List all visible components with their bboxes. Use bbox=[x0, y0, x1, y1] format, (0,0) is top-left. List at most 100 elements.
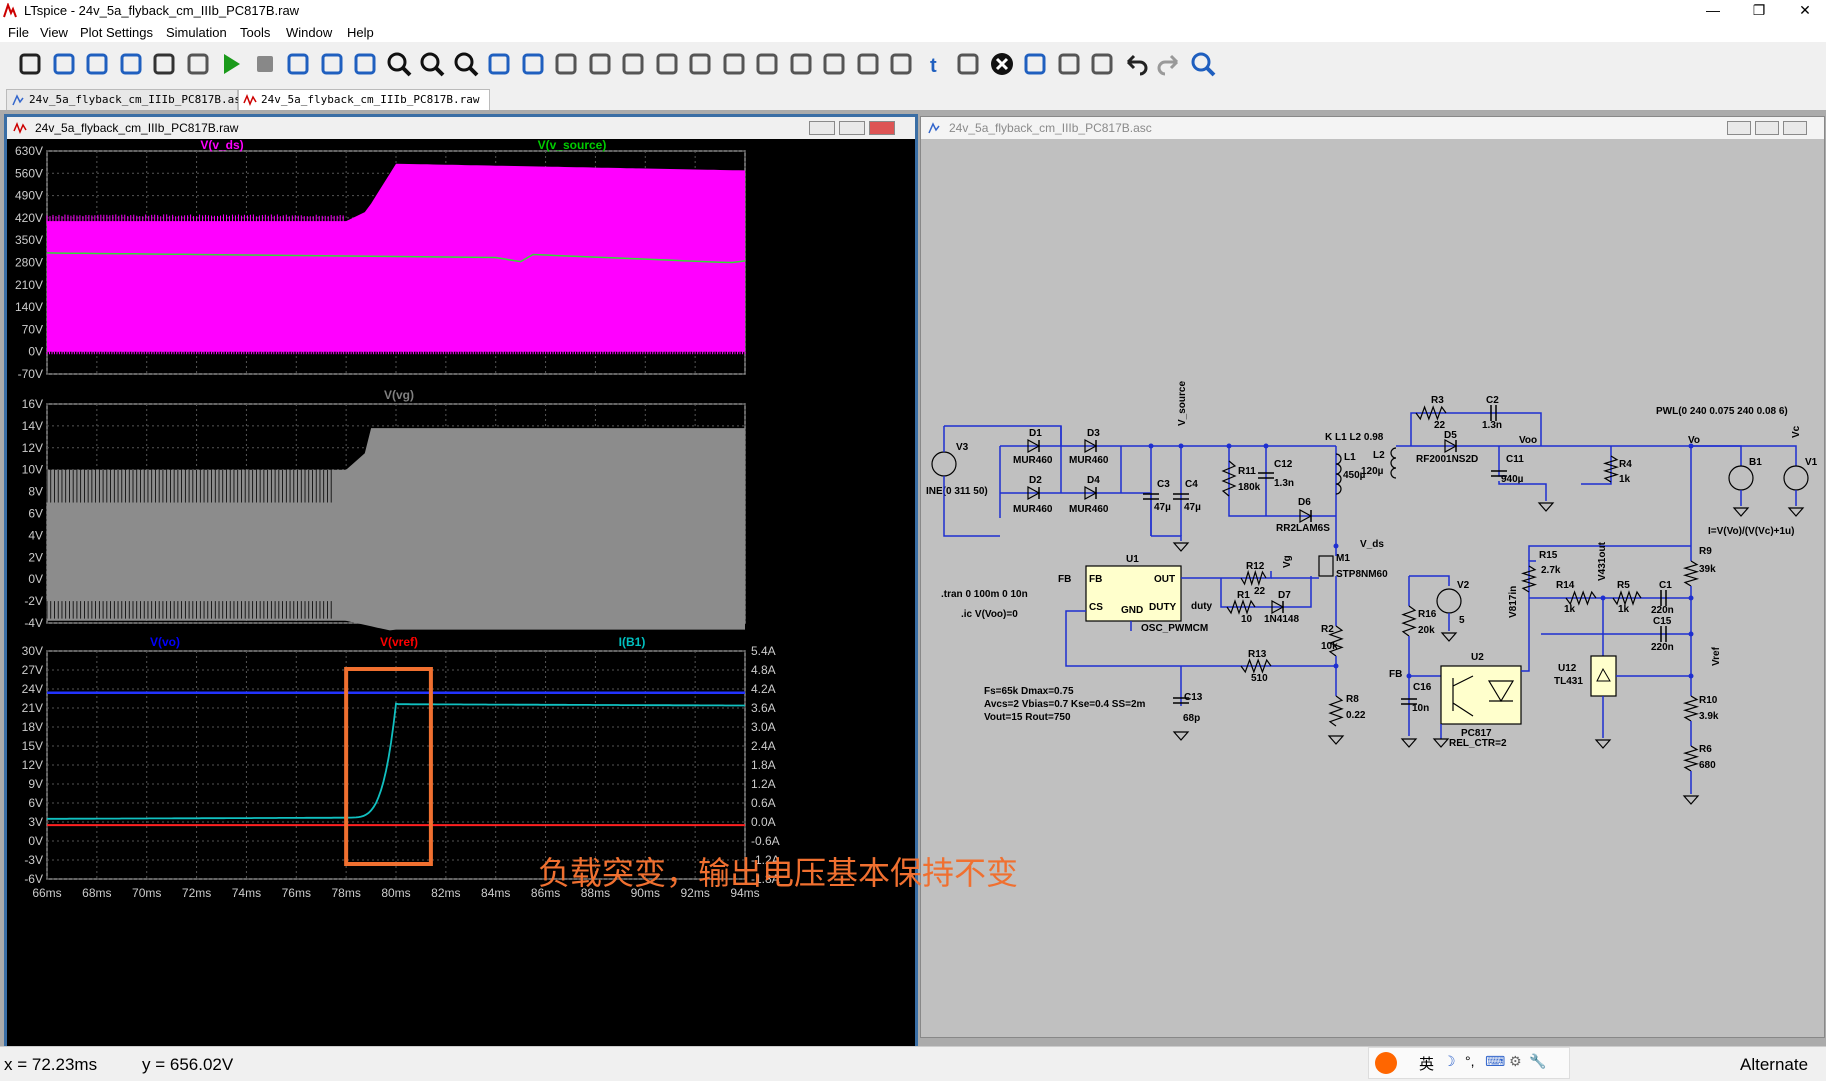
tab-schematic[interactable]: 24v_5a_flyback_cm_IIIb_PC817B.asc bbox=[6, 89, 238, 110]
child-minimize-button[interactable] bbox=[809, 121, 835, 135]
waveform-window-titlebar[interactable]: 24v_5a_flyback_cm_IIIb_PC817B.raw bbox=[7, 117, 915, 139]
autorange-icon[interactable] bbox=[485, 50, 513, 78]
trace-label[interactable]: V(vref) bbox=[380, 635, 418, 649]
close-button[interactable]: ✕ bbox=[1782, 0, 1826, 22]
cascade-icon[interactable] bbox=[351, 50, 379, 78]
label-net-icon[interactable] bbox=[619, 50, 647, 78]
trace-label[interactable]: I(B1) bbox=[619, 635, 646, 649]
child-minimize-button[interactable] bbox=[1727, 121, 1751, 135]
schematic-label: V1 bbox=[1805, 457, 1818, 468]
undo-redo-icon[interactable] bbox=[887, 50, 915, 78]
schematic-label: 180k bbox=[1238, 482, 1261, 493]
y-tick-label: 14V bbox=[22, 419, 43, 433]
schematic-label: 2.7k bbox=[1541, 565, 1561, 576]
new-schematic-icon[interactable] bbox=[50, 50, 78, 78]
schematic-label: 10k bbox=[1321, 641, 1338, 652]
text-icon[interactable]: t bbox=[921, 50, 949, 78]
schematic-label: RF2001NS2D bbox=[1416, 454, 1478, 465]
open-icon[interactable] bbox=[83, 50, 111, 78]
status-bar: x = 72.23ms y = 656.02V 英 ☽ °, ⌨ ⚙ 🔧 Alt… bbox=[0, 1046, 1826, 1081]
view-wave-icon[interactable] bbox=[519, 50, 547, 78]
save-icon[interactable] bbox=[117, 50, 145, 78]
find-icon[interactable] bbox=[1189, 50, 1217, 78]
resistor-icon bbox=[1685, 746, 1697, 771]
component-icon[interactable] bbox=[787, 50, 815, 78]
toolbar: t bbox=[0, 42, 1826, 87]
wire bbox=[1181, 571, 1271, 578]
inductor-icon[interactable] bbox=[720, 50, 748, 78]
punctuation-icon[interactable]: °, bbox=[1465, 1053, 1475, 1069]
duplicate-icon[interactable] bbox=[1021, 50, 1049, 78]
child-restore-button[interactable] bbox=[1755, 121, 1779, 135]
child-close-button[interactable] bbox=[869, 121, 895, 135]
trace-label[interactable]: V(vg) bbox=[384, 388, 414, 402]
mosfet-icon bbox=[1319, 556, 1333, 576]
capacitor-icon[interactable] bbox=[686, 50, 714, 78]
menu-plot-settings[interactable]: Plot Settings bbox=[80, 25, 153, 40]
menu-tools[interactable]: Tools bbox=[240, 25, 270, 40]
minimize-button[interactable]: — bbox=[1690, 0, 1736, 22]
menu-window[interactable]: Window bbox=[286, 25, 332, 40]
y-tick-label: 9V bbox=[28, 777, 43, 791]
print-setup-icon[interactable] bbox=[184, 50, 212, 78]
tile-horizontal-icon[interactable] bbox=[318, 50, 346, 78]
delete-icon[interactable] bbox=[988, 50, 1016, 78]
schematic-label: D4 bbox=[1087, 475, 1100, 486]
zoom-out-icon[interactable] bbox=[418, 50, 446, 78]
trace-label[interactable]: V(v_source) bbox=[538, 139, 607, 152]
schematic-label: PWL(0 240 0.075 240 0.08 6) bbox=[1656, 406, 1788, 417]
ground-icon bbox=[1539, 503, 1553, 511]
schematic-label: U12 bbox=[1558, 663, 1577, 674]
maximize-button[interactable]: ❐ bbox=[1736, 0, 1782, 22]
v817in-net-label: V817in bbox=[1508, 586, 1519, 618]
drag-icon[interactable] bbox=[854, 50, 882, 78]
mirror-icon[interactable] bbox=[1088, 50, 1116, 78]
schematic-label: 1N4148 bbox=[1264, 614, 1299, 625]
print-icon[interactable] bbox=[150, 50, 178, 78]
waveform-plot-area[interactable]: 630V 560V 490V 420V 350V 280V 210V 140V 70V 0V -70… bbox=[7, 139, 915, 1051]
y-tick-label: 490V bbox=[15, 189, 43, 203]
ime-lang-label[interactable]: 英 bbox=[1419, 1053, 1434, 1074]
menu-view[interactable]: View bbox=[40, 25, 68, 40]
settings-icon[interactable]: ⚙ bbox=[1509, 1053, 1522, 1070]
schematic-canvas[interactable]: V3 INE(0 311 50) D1 MUR460 D3 MUR460 D2 MUR460 D… bbox=[921, 139, 1824, 1035]
undo-icon[interactable] bbox=[1122, 50, 1150, 78]
moon-icon[interactable]: ☽ bbox=[1443, 1053, 1456, 1070]
menu-file[interactable]: File bbox=[8, 25, 29, 40]
child-restore-button[interactable] bbox=[839, 121, 865, 135]
y-tick-label: -70V bbox=[18, 367, 43, 381]
halt-icon[interactable] bbox=[251, 50, 279, 78]
ground-icon[interactable] bbox=[586, 50, 614, 78]
ime-toolbar[interactable]: 英 ☽ °, ⌨ ⚙ 🔧 bbox=[1368, 1047, 1570, 1079]
wire-icon[interactable] bbox=[552, 50, 580, 78]
child-close-button[interactable] bbox=[1783, 121, 1807, 135]
window-titlebar: LTspice - 24v_5a_flyback_cm_IIIb_PC817B.… bbox=[0, 0, 1826, 22]
run-icon[interactable] bbox=[217, 50, 245, 78]
redo-icon[interactable] bbox=[1155, 50, 1183, 78]
resistor-icon[interactable] bbox=[653, 50, 681, 78]
tab-waveform[interactable]: 24v_5a_flyback_cm_IIIb_PC817B.raw bbox=[238, 89, 490, 110]
zoom-in-icon[interactable] bbox=[385, 50, 413, 78]
move-icon[interactable] bbox=[820, 50, 848, 78]
menu-help[interactable]: Help bbox=[347, 25, 374, 40]
control-panel-icon[interactable] bbox=[16, 50, 44, 78]
x-tick-label: 84ms bbox=[481, 886, 510, 900]
zoom-fit-icon[interactable] bbox=[452, 50, 480, 78]
menu-simulation[interactable]: Simulation bbox=[166, 25, 227, 40]
tab-label: 24v_5a_flyback_cm_IIIb_PC817B.asc bbox=[29, 93, 248, 106]
schematic-label: INE(0 311 50) bbox=[926, 486, 988, 497]
rotate-icon[interactable] bbox=[1055, 50, 1083, 78]
schematic-window-titlebar[interactable]: 24v_5a_flyback_cm_IIIb_PC817B.asc bbox=[921, 117, 1824, 139]
x-tick-label: 66ms bbox=[32, 886, 61, 900]
trace-label[interactable]: V(vo) bbox=[150, 635, 180, 649]
spice-directive-icon[interactable] bbox=[954, 50, 982, 78]
trace-label[interactable]: V(v_ds) bbox=[200, 139, 243, 152]
tile-vertical-icon[interactable] bbox=[284, 50, 312, 78]
schematic-label: R11 bbox=[1238, 466, 1256, 477]
ground-icon bbox=[1174, 543, 1188, 551]
schematic-label: MUR460 bbox=[1013, 504, 1053, 515]
diode-icon[interactable] bbox=[753, 50, 781, 78]
y2-tick-label: 0.6A bbox=[751, 796, 776, 810]
tools-icon[interactable]: 🔧 bbox=[1529, 1053, 1546, 1070]
keyboard-icon[interactable]: ⌨ bbox=[1485, 1053, 1505, 1070]
